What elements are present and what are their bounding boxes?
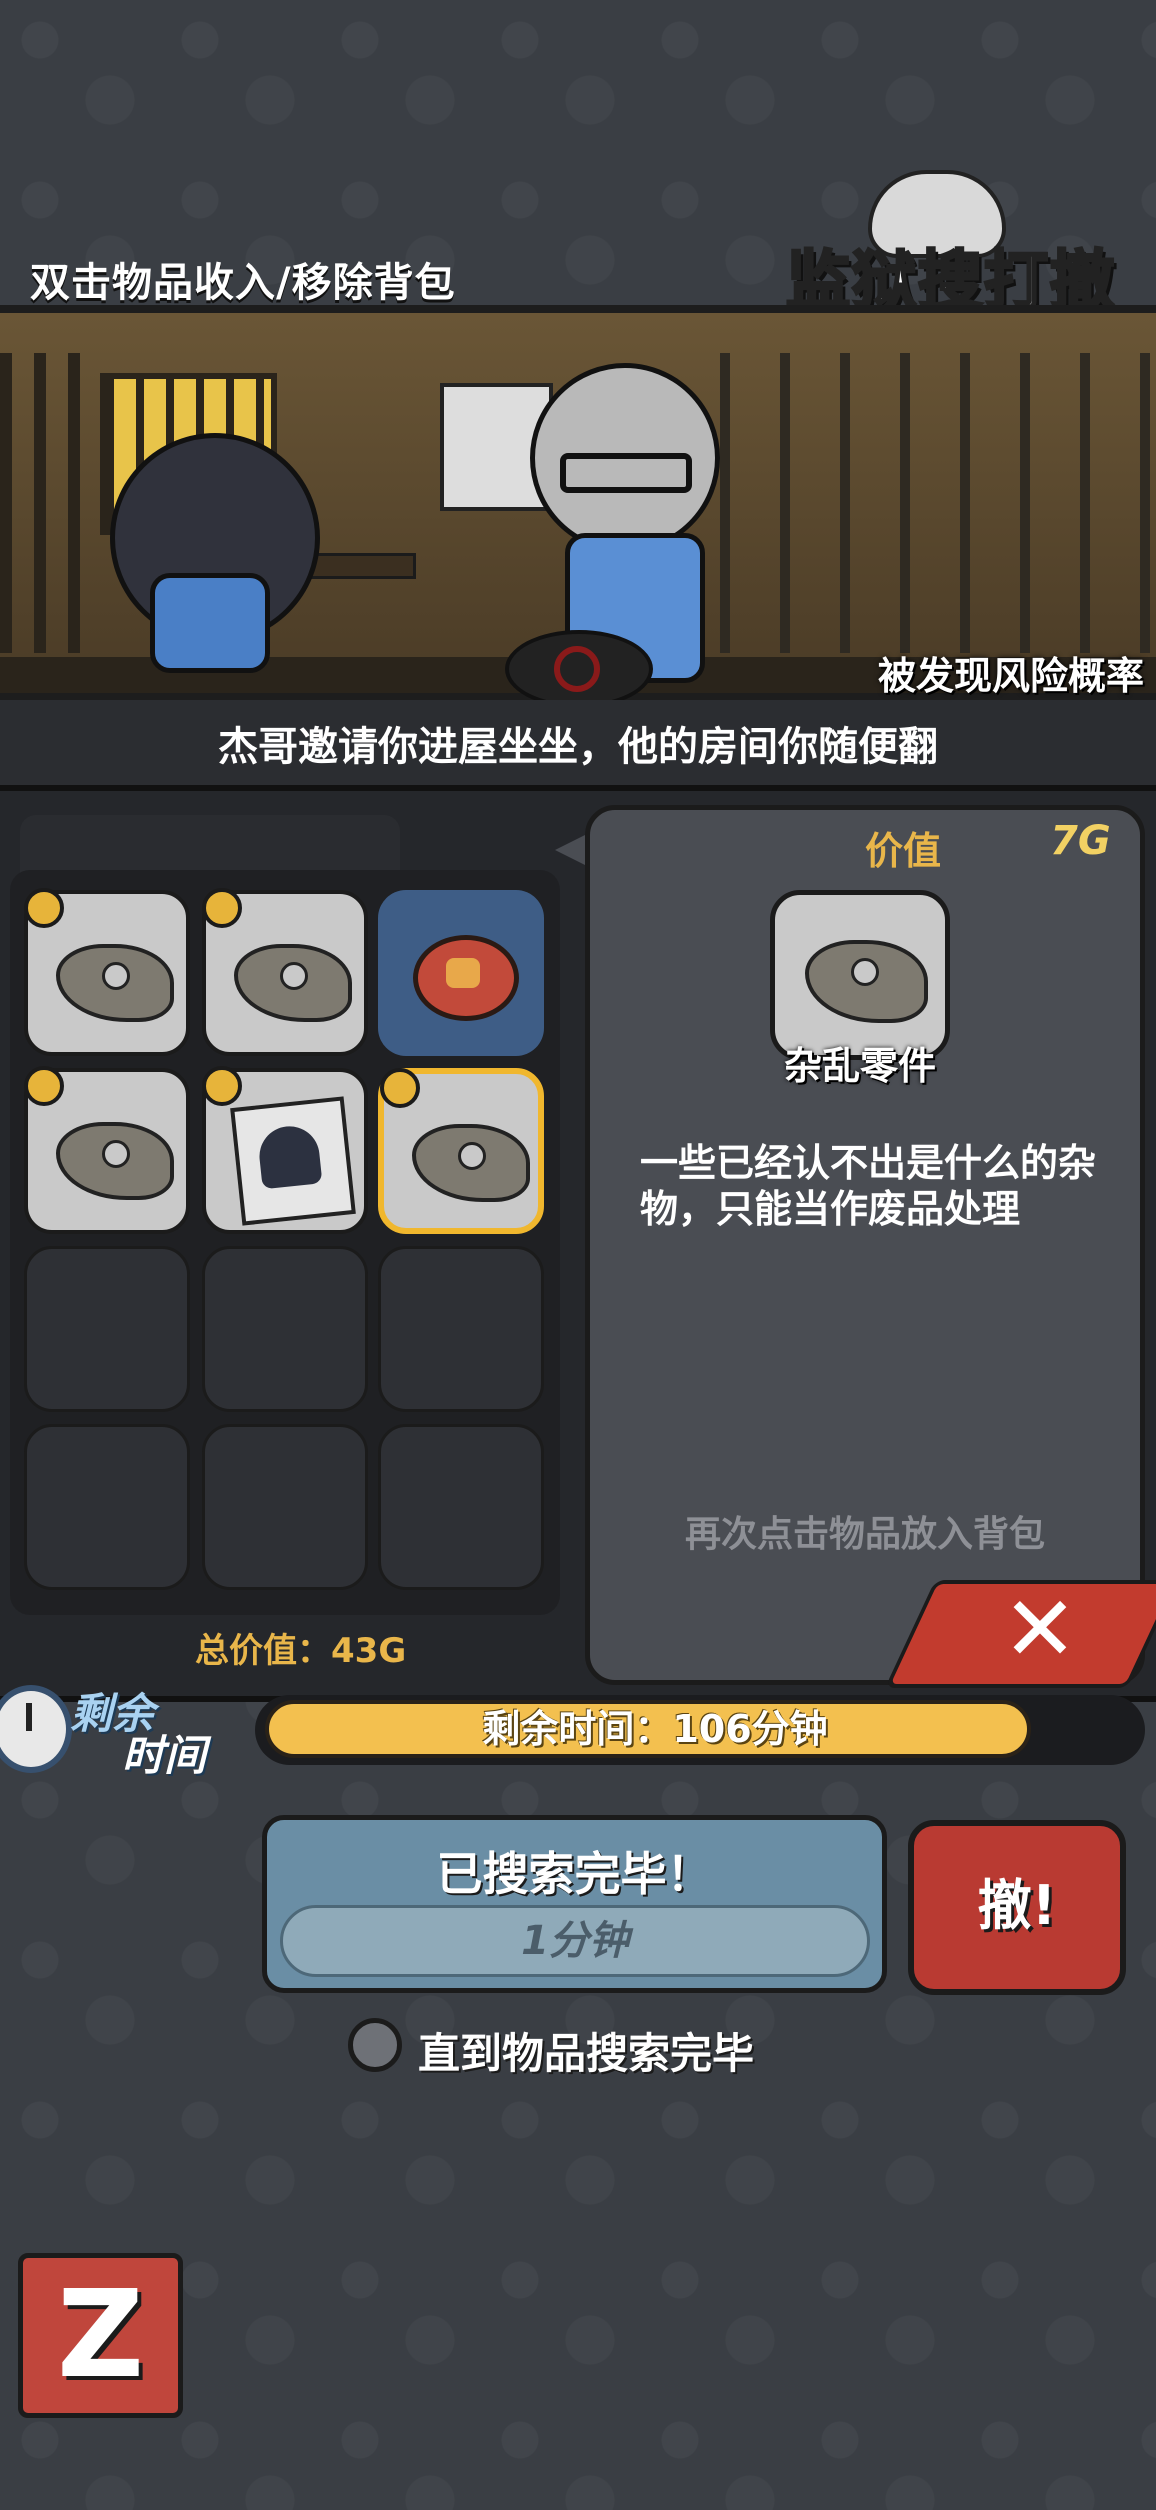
inventory-slot[interactable] bbox=[202, 1066, 368, 1234]
search-duration[interactable]: 1分钟 bbox=[280, 1905, 870, 1977]
red-badge-icon bbox=[413, 935, 519, 1021]
total-value: 总价值：43G bbox=[195, 1631, 407, 1671]
scene-subtitle-bar: 杰哥邀请你进屋坐坐，他的房间你随便翻 bbox=[0, 700, 1156, 795]
value-label: 价值 bbox=[865, 829, 942, 873]
inventory-slot[interactable] bbox=[24, 1066, 190, 1234]
search-status[interactable]: 已搜索完毕！ bbox=[262, 1838, 887, 1904]
scene-subtitle: 杰哥邀请你进屋坐坐，他的房间你随便翻 bbox=[218, 724, 938, 770]
cell-bars bbox=[0, 353, 95, 653]
inventory-slot[interactable] bbox=[202, 888, 368, 1056]
coin-icon bbox=[202, 1066, 242, 1106]
scrap-parts-icon bbox=[805, 940, 928, 1023]
timer-text: 剩余时间：106分钟 bbox=[482, 1707, 828, 1751]
detection-eye-icon bbox=[505, 630, 653, 708]
glasses-icon bbox=[560, 453, 692, 493]
player-character-body bbox=[150, 573, 270, 673]
withdraw-button[interactable]: 撤! bbox=[908, 1820, 1126, 1995]
inventory-slot-empty[interactable] bbox=[202, 1424, 368, 1590]
until-complete-label[interactable]: 直到物品搜索完毕 bbox=[418, 2020, 754, 2081]
scrap-parts-icon bbox=[412, 1124, 530, 1202]
double-click-hint: 双击物品收入/移除背包 bbox=[30, 260, 456, 306]
close-icon[interactable]: ✕ bbox=[990, 1580, 1090, 1680]
coin-icon bbox=[24, 888, 64, 928]
scrap-parts-icon bbox=[234, 944, 352, 1022]
back-icon[interactable]: Z bbox=[18, 2253, 183, 2418]
inventory-slot-empty[interactable] bbox=[24, 1424, 190, 1590]
coin-icon bbox=[380, 1068, 420, 1108]
bunk-bed bbox=[720, 353, 1150, 653]
magazine-icon bbox=[230, 1096, 356, 1226]
tap-again-hint: 再次点击物品放入背包 bbox=[684, 1514, 1045, 1555]
coin-icon bbox=[24, 1066, 64, 1106]
until-complete-radio[interactable] bbox=[348, 2018, 402, 2072]
coin-icon bbox=[202, 888, 242, 928]
inventory-slot-empty[interactable] bbox=[202, 1246, 368, 1412]
item-description: 一些已经认不出是什么的杂物，只能当作废品处理 bbox=[640, 1141, 1097, 1231]
time-label: 时间 bbox=[122, 1731, 207, 1780]
item-value: 7G bbox=[1050, 818, 1111, 864]
inventory-grid bbox=[10, 870, 560, 1615]
detection-risk-label: 被发现风险概率 bbox=[877, 654, 1144, 698]
inventory-slot[interactable] bbox=[24, 888, 190, 1056]
inventory-slot-empty[interactable] bbox=[24, 1246, 190, 1412]
inventory-slot[interactable] bbox=[378, 890, 544, 1056]
inventory-slot-selected[interactable] bbox=[378, 1068, 544, 1234]
inventory-tab bbox=[20, 815, 400, 875]
inventory-slot-empty[interactable] bbox=[378, 1424, 544, 1590]
scrap-parts-icon bbox=[56, 1122, 174, 1200]
item-name: 杂乱零件 bbox=[783, 1044, 936, 1088]
inventory-slot-empty[interactable] bbox=[378, 1246, 544, 1412]
scrap-parts-icon bbox=[56, 944, 174, 1022]
